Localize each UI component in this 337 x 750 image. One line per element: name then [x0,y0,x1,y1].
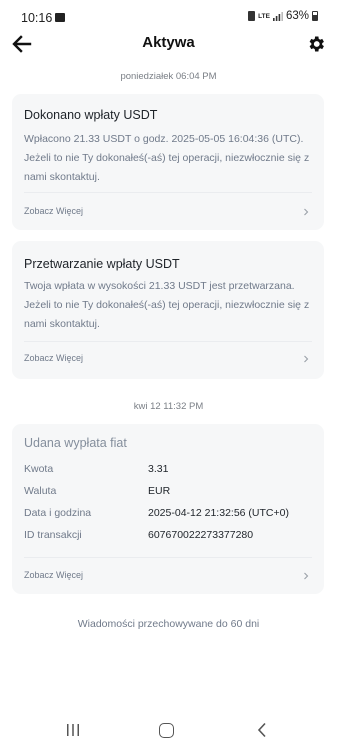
notification-body: Wpłacono 21.33 USDT o godz. 2025-05-05 1… [24,133,310,183]
home-icon[interactable] [159,723,174,738]
date-separator: kwi 12 11:32 PM [133,401,204,412]
detail-value: 2025-04-12 21:32:56 (UTC+0) [148,507,289,519]
notification-title: Dokonano wpłaty USDT [24,108,158,122]
detail-value: 607670022273377280 [148,529,254,541]
see-more-link[interactable]: Zobacz Więcej [24,353,83,363]
status-time: 10:16 [21,11,53,25]
gallery-notification-icon [55,13,65,22]
sim-icon [248,11,256,21]
card-divider [24,192,312,193]
detail-label: Data i godzina [24,507,92,519]
retention-note: Wiadomości przechowywane do 60 dni [77,618,260,630]
see-more-link[interactable]: Zobacz Więcej [24,570,83,580]
recent-apps-icon[interactable] [65,723,81,737]
chevron-right-icon [304,355,309,363]
notification-title: Przetwarzanie wpłaty USDT [24,257,180,271]
detail-label: Kwota [24,463,54,475]
page-title: Aktywa [142,34,195,51]
chevron-right-icon [304,208,309,216]
card-divider [24,557,312,558]
nav-back-icon[interactable] [256,722,268,738]
notification-card[interactable]: Udana wypłata fiat Kwota 3.31 Waluta EUR… [12,424,324,594]
system-nav-bar [0,718,337,744]
notification-title: Udana wypłata fiat [24,436,127,450]
notification-card[interactable]: Przetwarzanie wpłaty USDT Twoja wpłata w… [12,241,324,379]
notification-body: Twoja wpłata w wysokości 21.33 USDT jest… [24,280,310,330]
see-more-link[interactable]: Zobacz Więcej [24,206,83,216]
card-divider [24,341,312,342]
gear-icon[interactable] [306,34,326,54]
detail-label: Waluta [24,485,57,497]
notification-card[interactable]: Dokonano wpłaty USDT Wpłacono 21.33 USDT… [12,94,324,230]
detail-label: ID transakcji [24,529,82,541]
signal-icon [272,11,283,21]
detail-value: 3.31 [148,463,169,475]
battery-icon [312,11,318,21]
detail-value: EUR [148,485,171,497]
date-separator: poniedziałek 06:04 PM [120,71,217,82]
top-app-bar: Aktywa [0,30,337,58]
battery-percent: 63% [285,10,309,22]
network-type: LTE [258,12,270,20]
status-indicators: LTE 63% [248,10,318,22]
chevron-right-icon [304,572,309,580]
